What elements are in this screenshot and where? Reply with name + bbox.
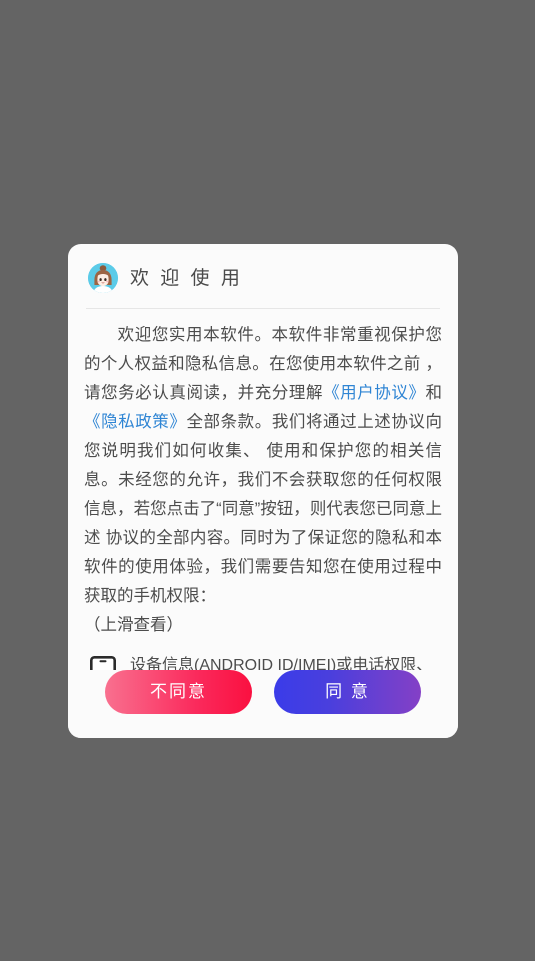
welcome-privacy-dialog: 欢 迎 使 用 欢迎您实用本软件。本软件非常重视保护您的个人权益和隐私信息。在您… (68, 244, 458, 738)
user-agreement-link[interactable]: 《用户协议》 (323, 384, 425, 402)
privacy-paragraph: 欢迎您实用本软件。本软件非常重视保护您的个人权益和隐私信息。在您使用本软件之前 … (84, 321, 442, 611)
dialog-title: 欢 迎 使 用 (130, 267, 243, 289)
dialog-scroll-body[interactable]: 欢迎您实用本软件。本软件非常重视保护您的个人权益和隐私信息。在您使用本软件之前 … (68, 309, 458, 670)
scroll-hint-text: （上滑查看） (84, 616, 183, 634)
paragraph-tail-text: 全部条款。我们将通过上述协议向您说明我们如何收集、 使用和保护您的相关信息。未经… (84, 413, 443, 605)
permission-row: 设备信息(ANDROID ID/IMEI)或电话权限、MAC地址和软件安装列表 (84, 652, 442, 670)
girl-avatar-icon (88, 263, 118, 293)
privacy-policy-link[interactable]: 《隐私政策》 (84, 413, 186, 431)
conjunction-text: 和 (425, 384, 443, 402)
dialog-footer: 不同意 同 意 (68, 670, 458, 738)
permission-text: 设备信息(ANDROID ID/IMEI)或电话权限、MAC地址和软件安装列表 (130, 657, 433, 670)
disagree-button[interactable]: 不同意 (105, 670, 252, 714)
phone-device-icon (90, 656, 116, 670)
dialog-header: 欢 迎 使 用 (68, 244, 458, 294)
agree-button[interactable]: 同 意 (274, 670, 421, 714)
